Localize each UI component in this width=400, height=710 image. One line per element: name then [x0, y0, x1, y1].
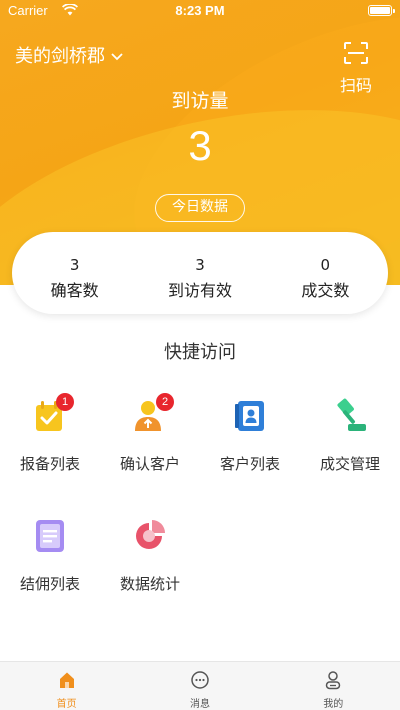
quick-access-title: 快捷访问	[164, 342, 236, 363]
stat-confirmed-customers[interactable]: 3 确客数	[12, 232, 137, 314]
quick-item-label: 报备列表	[19, 455, 80, 473]
visit-count: 3	[188, 122, 212, 169]
quick-item-commission-list[interactable]: 结佣列表	[0, 515, 100, 594]
project-name: 美的剑桥郡	[15, 46, 105, 67]
home-icon	[57, 672, 77, 694]
today-data-button[interactable]: 今日数据	[155, 194, 245, 222]
customer-list-icon	[230, 395, 270, 435]
tab-messages[interactable]: 消息	[133, 662, 266, 710]
message-icon	[190, 671, 210, 694]
quick-item-label: 数据统计	[119, 575, 180, 593]
visit-title: 到访量	[171, 90, 229, 112]
home-screen: Carrier 8:23 PM 美的剑桥郡 扫码 到访量 3 今日数据 3 确客…	[0, 0, 400, 710]
stat-deals[interactable]: 0 成交数	[263, 232, 388, 314]
confirm-customer-icon: 2	[130, 393, 174, 435]
tab-profile[interactable]: 我的	[267, 662, 400, 710]
quick-item-data-statistics[interactable]: 数据统计	[100, 515, 200, 594]
tab-bar: 首页 消息 我的	[0, 661, 400, 710]
stat-value: 0	[320, 256, 331, 274]
notification-badge: 1	[56, 393, 74, 411]
project-selector[interactable]: 美的剑桥郡	[15, 42, 123, 68]
stat-label: 确客数	[50, 281, 99, 300]
stat-label: 成交数	[301, 281, 350, 300]
tab-label: 消息	[189, 699, 210, 710]
quick-item-deal-management[interactable]: 成交管理	[300, 395, 400, 474]
report-list-icon: 1	[30, 393, 74, 435]
deal-management-icon	[330, 395, 370, 435]
quick-item-confirm-customer[interactable]: 2 确认客户	[100, 393, 200, 474]
tab-label: 首页	[56, 699, 77, 710]
scan-icon	[338, 42, 374, 68]
chevron-down-icon	[111, 45, 123, 66]
stats-card: 3 确客数 3 到访有效 0 成交数	[12, 232, 388, 314]
quick-item-label: 结佣列表	[19, 575, 80, 593]
stat-value: 3	[195, 256, 205, 274]
clock: 8:23 PM	[175, 3, 225, 18]
quick-item-customer-list[interactable]: 客户列表	[200, 395, 300, 474]
data-statistics-icon	[130, 515, 170, 555]
battery-icon	[368, 5, 395, 16]
status-bar: Carrier 8:23 PM	[0, 0, 400, 22]
notification-badge: 2	[156, 393, 174, 411]
quick-item-label: 成交管理	[319, 455, 380, 473]
commission-list-icon	[30, 515, 70, 555]
tab-label: 我的	[323, 699, 344, 710]
stat-valid-visits[interactable]: 3 到访有效	[137, 232, 262, 314]
quick-item-report-list[interactable]: 1 报备列表	[0, 393, 100, 474]
quick-item-label: 确认客户	[119, 455, 180, 473]
stat-label: 到访有效	[167, 281, 232, 300]
profile-icon	[323, 671, 343, 694]
tab-home[interactable]: 首页	[0, 662, 133, 710]
stat-value: 3	[69, 256, 80, 274]
quick-item-label: 客户列表	[219, 455, 280, 473]
